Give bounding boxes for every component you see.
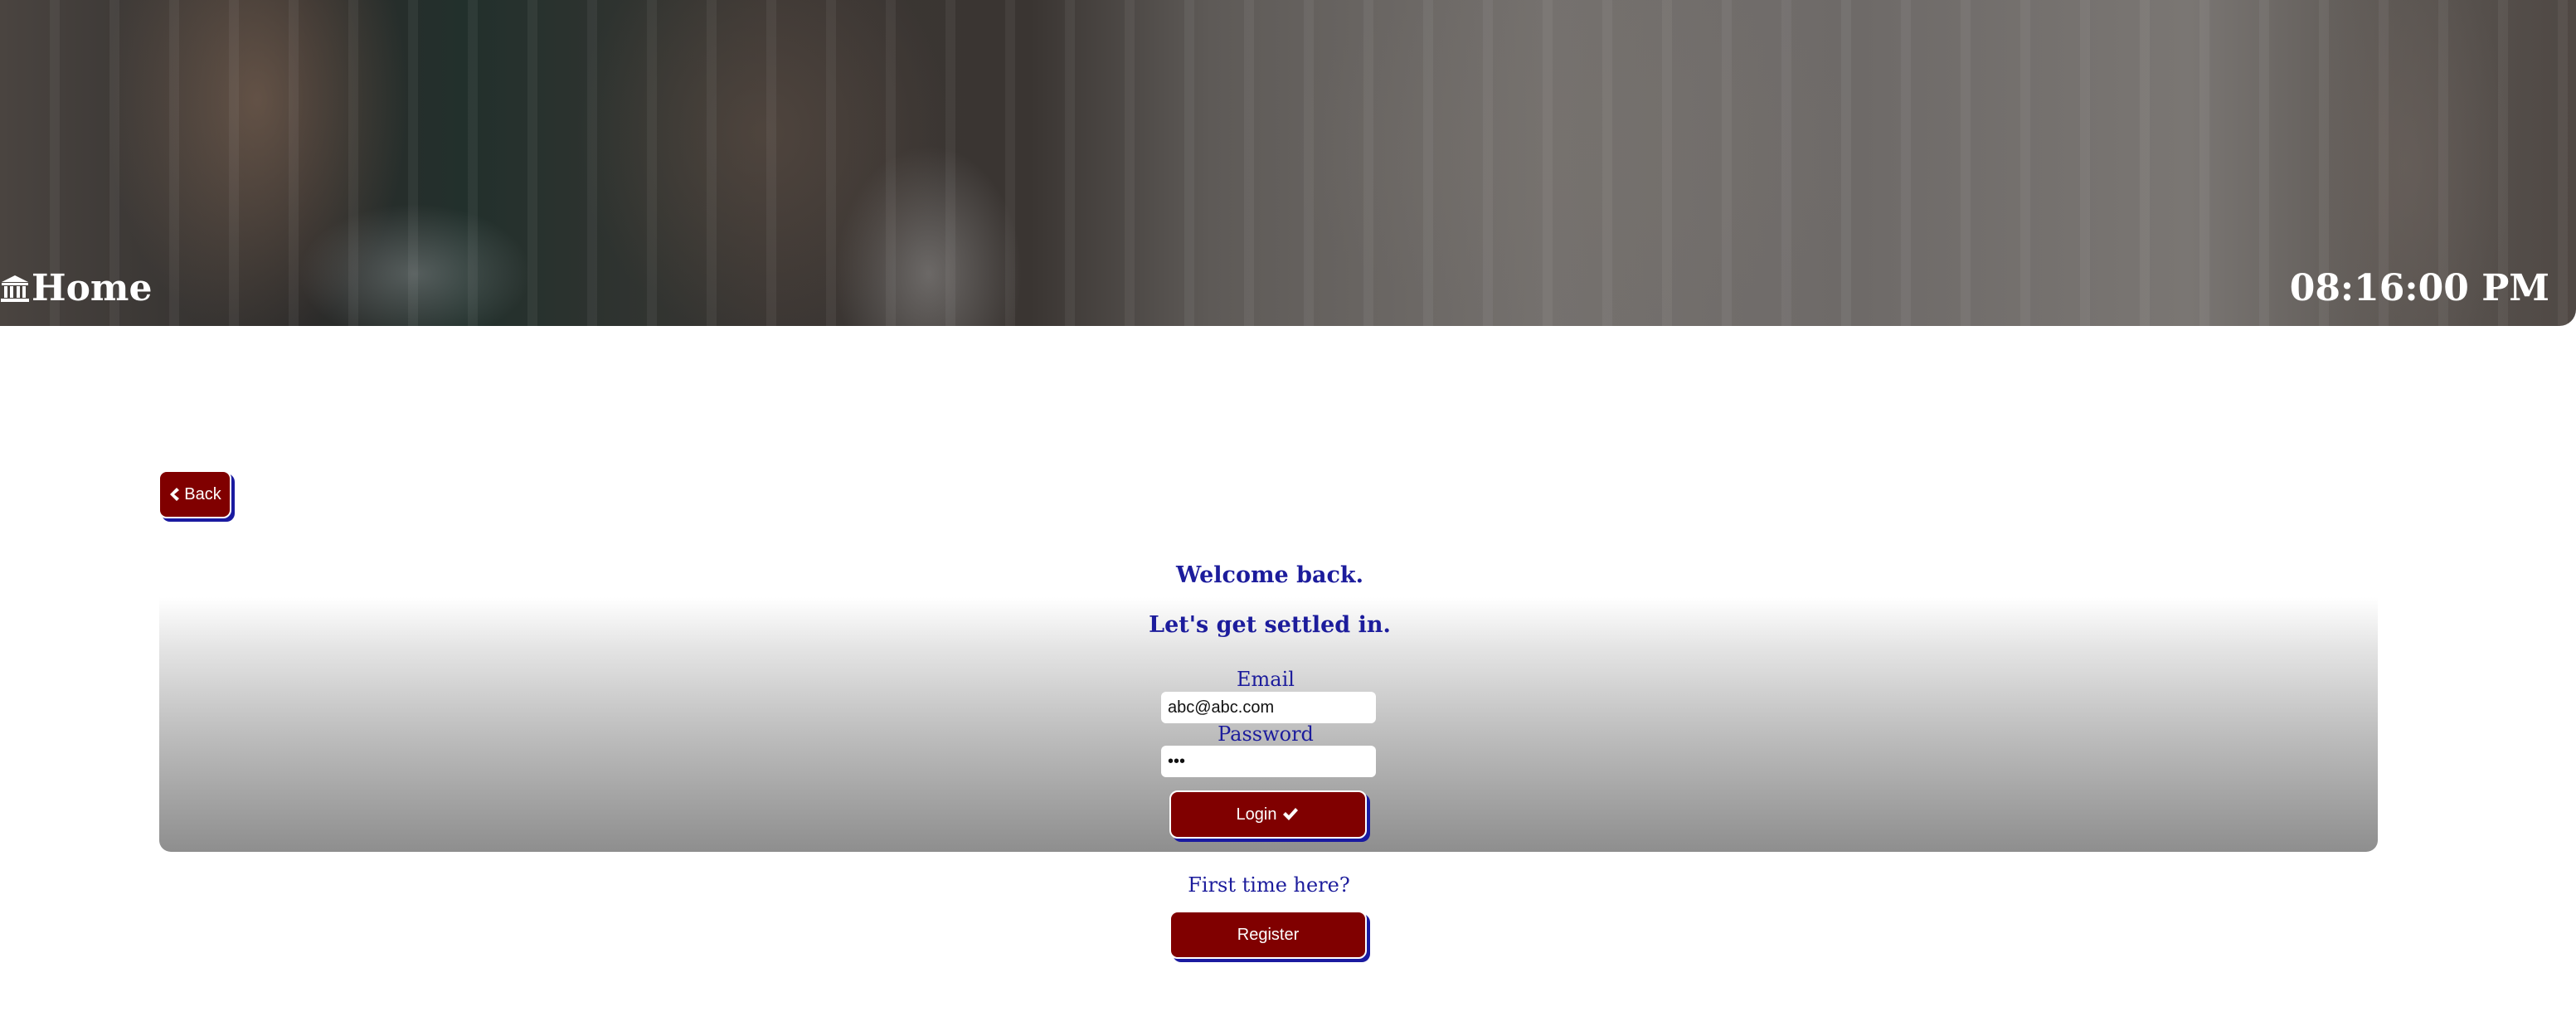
back-button[interactable]: Back	[158, 470, 231, 518]
login-page: Home 08:16:00 PM Back Welcome back. Let'…	[0, 0, 2576, 1031]
back-label: Back	[184, 484, 221, 503]
home-link[interactable]: Home	[0, 264, 152, 314]
bank-icon	[1, 275, 29, 302]
email-field[interactable]	[1161, 692, 1376, 723]
clock: 08:16:00 PM	[2289, 267, 2549, 309]
header-banner: Home 08:16:00 PM	[0, 0, 2576, 326]
check-icon	[1283, 808, 1299, 820]
chevron-left-icon	[170, 488, 180, 501]
email-label: Email	[1237, 668, 1295, 691]
welcome-heading: Welcome back.	[1175, 562, 1364, 588]
register-button[interactable]: Register	[1169, 911, 1367, 959]
first-time-prompt: First time here?	[1188, 873, 1350, 897]
subtitle-heading: Let's get settled in.	[1149, 612, 1391, 638]
register-label: Register	[1237, 925, 1300, 944]
password-field[interactable]	[1161, 746, 1376, 777]
login-button[interactable]: Login	[1169, 790, 1367, 839]
login-label: Login	[1236, 805, 1277, 824]
home-label: Home	[32, 267, 153, 309]
password-label: Password	[1218, 722, 1314, 746]
